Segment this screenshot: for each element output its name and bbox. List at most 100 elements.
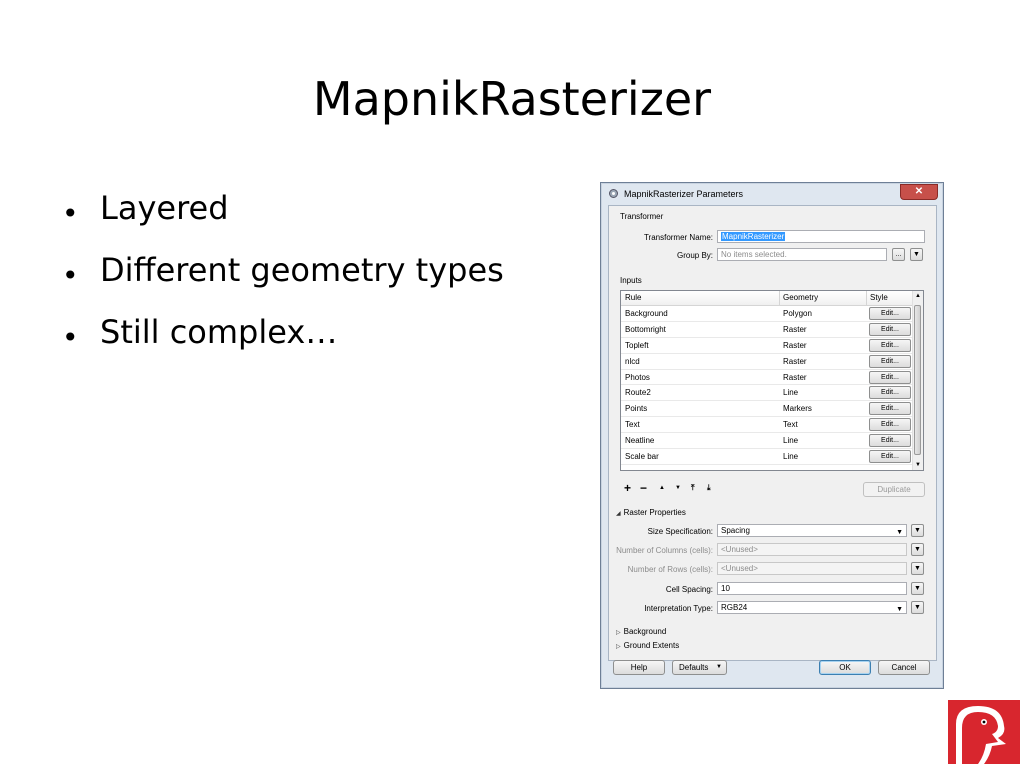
column-header-geometry[interactable]: Geometry [783, 293, 818, 302]
defaults-button[interactable]: Defaults ▼ [672, 660, 727, 675]
edit-style-button[interactable]: Edit... [869, 402, 911, 416]
group-by-dropdown-button[interactable]: ▼ [910, 248, 923, 261]
chevron-down-icon: ▼ [716, 664, 722, 670]
dialog-titlebar[interactable]: MapnikRasterizer Parameters ✕ [601, 183, 943, 205]
columns-input[interactable]: <Unused> [717, 543, 907, 556]
edit-style-button[interactable]: Edit... [869, 418, 911, 432]
rule-cell: Topleft [625, 340, 649, 350]
table-row[interactable]: Route2 Line Edit... [621, 385, 913, 402]
bullet-dot: • [62, 321, 79, 354]
table-row[interactable]: Text Text Edit... [621, 417, 913, 434]
interpretation-type-select[interactable]: RGB24 ▼ [717, 601, 907, 614]
move-down-button[interactable]: ▼ [675, 485, 681, 491]
table-row[interactable]: Topleft Raster Edit... [621, 338, 913, 354]
bullet-item: • Different geometry types [62, 254, 504, 316]
size-spec-options-button[interactable]: ▼ [911, 524, 924, 537]
geometry-cell: Raster [783, 372, 807, 382]
bullet-list: • Layered • Different geometry types • Stil… [62, 192, 504, 378]
scrollbar-thumb[interactable] [914, 305, 921, 455]
table-row[interactable]: Photos Raster Edit... [621, 370, 913, 386]
expanded-triangle-icon: ◢ [616, 511, 621, 517]
edit-style-button[interactable]: Edit... [869, 307, 911, 320]
geometry-cell: Markers [783, 404, 812, 414]
columns-label: Number of Columns (cells): [616, 546, 713, 555]
chevron-down-icon: ▼ [896, 606, 903, 613]
penguin-logo [948, 700, 1020, 764]
scroll-down-icon[interactable]: ▼ [913, 462, 923, 468]
bullet-dot: • [62, 197, 79, 230]
group-by-browse-button[interactable]: ... [892, 248, 905, 261]
geometry-cell: Text [783, 420, 798, 430]
table-row[interactable]: Scale bar Line Edit... [621, 449, 913, 465]
rows-label: Number of Rows (cells): [627, 565, 713, 574]
slide-title: MapnikRasterizer [312, 72, 712, 126]
edit-style-button[interactable]: Edit... [869, 386, 911, 400]
raster-properties-header[interactable]: ◢ Raster Properties [616, 508, 686, 517]
rule-cell: Photos [625, 372, 650, 382]
bullet-dot: • [62, 259, 79, 292]
table-scrollbar[interactable]: ▲ ▼ [912, 291, 923, 470]
table-row[interactable]: Points Markers Edit... [621, 401, 913, 418]
interpretation-type-options-button[interactable]: ▼ [911, 601, 924, 614]
help-button[interactable]: Help [613, 660, 665, 675]
rule-cell: Bottomright [625, 324, 666, 334]
transformer-name-value: MapnikRasterizer [721, 232, 786, 241]
geometry-cell: Line [783, 452, 799, 462]
geometry-cell: Raster [783, 340, 807, 350]
ground-extents-section-header[interactable]: ▷ Ground Extents [616, 641, 679, 650]
gear-icon [608, 188, 619, 199]
group-by-input[interactable]: No items selected. [717, 248, 887, 261]
edit-style-button[interactable]: Edit... [869, 434, 911, 448]
edit-style-button[interactable]: Edit... [869, 450, 911, 464]
collapsed-triangle-icon: ▷ [616, 630, 621, 636]
table-row[interactable]: Bottomright Raster Edit... [621, 322, 913, 338]
move-top-button[interactable]: ⤒ [691, 483, 695, 493]
move-up-button[interactable]: ▲ [659, 485, 665, 491]
ok-button[interactable]: OK [819, 660, 871, 675]
rows-input[interactable]: <Unused> [717, 562, 907, 575]
ground-extents-section-label: Ground Extents [623, 641, 680, 650]
rows-options-button[interactable]: ▼ [911, 562, 924, 575]
column-divider[interactable] [779, 291, 780, 305]
columns-options-button[interactable]: ▼ [911, 543, 924, 556]
move-bottom-button[interactable]: ⤓ [707, 483, 711, 493]
column-divider[interactable] [866, 291, 867, 305]
transformer-name-label: Transformer Name: [643, 233, 713, 242]
edit-style-button[interactable]: Edit... [869, 338, 911, 352]
column-header-rule[interactable]: Rule [625, 293, 641, 302]
bullet-text: Layered [100, 189, 229, 227]
remove-row-button[interactable]: − [640, 481, 647, 495]
edit-style-button[interactable]: Edit... [869, 354, 911, 368]
interpretation-type-label: Interpretation Type: [644, 604, 713, 613]
table-rows: Background Polygon Edit... Bottomright Rast… [621, 306, 913, 465]
rule-cell: Neatline [625, 436, 655, 446]
edit-style-button[interactable]: Edit... [869, 370, 911, 384]
table-header: Rule Geometry Style [621, 291, 913, 306]
cancel-button[interactable]: Cancel [878, 660, 930, 675]
duplicate-button[interactable]: Duplicate [863, 482, 925, 497]
table-row[interactable]: Background Polygon Edit... [621, 306, 913, 322]
cell-spacing-options-button[interactable]: ▼ [911, 582, 924, 595]
bullet-text: Still complex… [100, 313, 338, 351]
geometry-cell: Raster [783, 356, 807, 366]
table-row[interactable]: Neatline Line Edit... [621, 433, 913, 450]
add-row-button[interactable]: + [624, 481, 631, 495]
edit-style-button[interactable]: Edit... [869, 322, 911, 336]
cell-spacing-label: Cell Spacing: [665, 585, 713, 594]
table-row[interactable]: nlcd Raster Edit... [621, 354, 913, 370]
geometry-cell: Raster [783, 324, 807, 334]
size-spec-select[interactable]: Spacing ▼ [717, 524, 907, 537]
inputs-table: Rule Geometry Style Background Polygon Edi… [620, 290, 924, 471]
collapsed-triangle-icon: ▷ [616, 644, 621, 650]
rule-cell: Route2 [625, 388, 651, 398]
transformer-name-input[interactable]: MapnikRasterizer [717, 230, 925, 243]
rule-cell: Background [625, 309, 668, 318]
column-header-style[interactable]: Style [870, 293, 888, 302]
scroll-up-icon[interactable]: ▲ [913, 293, 923, 299]
bullet-item: • Layered [62, 192, 504, 254]
close-button[interactable]: ✕ [900, 184, 938, 200]
cell-spacing-input[interactable]: 10 [717, 582, 907, 595]
size-spec-label: Size Specification: [647, 527, 713, 536]
group-by-placeholder: No items selected. [721, 250, 787, 259]
background-section-header[interactable]: ▷ Background [616, 627, 666, 636]
